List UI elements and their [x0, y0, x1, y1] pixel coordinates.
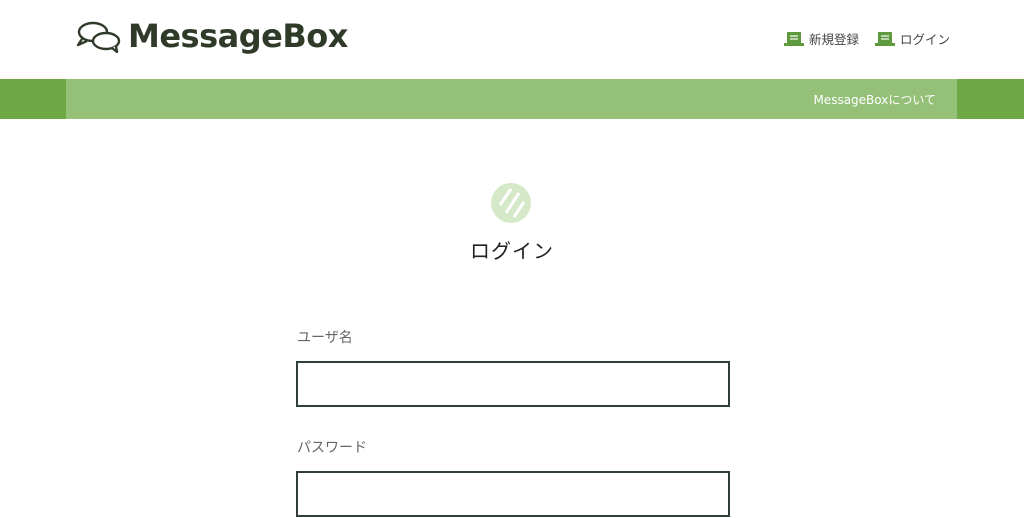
logo[interactable]: MessageBox [72, 16, 348, 56]
about-link[interactable]: MessageBoxについて [813, 91, 936, 108]
username-label: ユーザ名 [297, 330, 353, 346]
memo-icon [874, 31, 895, 46]
nav-link-label: 新規登録 [808, 32, 859, 47]
nav-link-login[interactable]: ログイン [874, 29, 950, 48]
memo-icon [783, 31, 804, 46]
speech-bubbles-icon [76, 21, 121, 53]
nav-link-register[interactable]: 新規登録 [783, 29, 859, 48]
top-nav: 新規登録 ログイン [768, 29, 950, 48]
header: MessageBox 新規登録 ログイン [0, 0, 1024, 79]
nav-band-inner: MessageBoxについて [66, 79, 957, 119]
password-label: パスワード [297, 440, 367, 456]
login-icon [491, 183, 531, 223]
username-input[interactable] [296, 361, 730, 407]
login-section: ログイン ユーザ名 パスワード [0, 119, 1024, 518]
nav-link-label: ログイン [899, 32, 950, 47]
password-input[interactable] [296, 471, 730, 517]
page-title: ログイン [470, 239, 554, 263]
nav-band: MessageBoxについて [0, 79, 1024, 119]
logo-text: MessageBox [128, 17, 348, 55]
